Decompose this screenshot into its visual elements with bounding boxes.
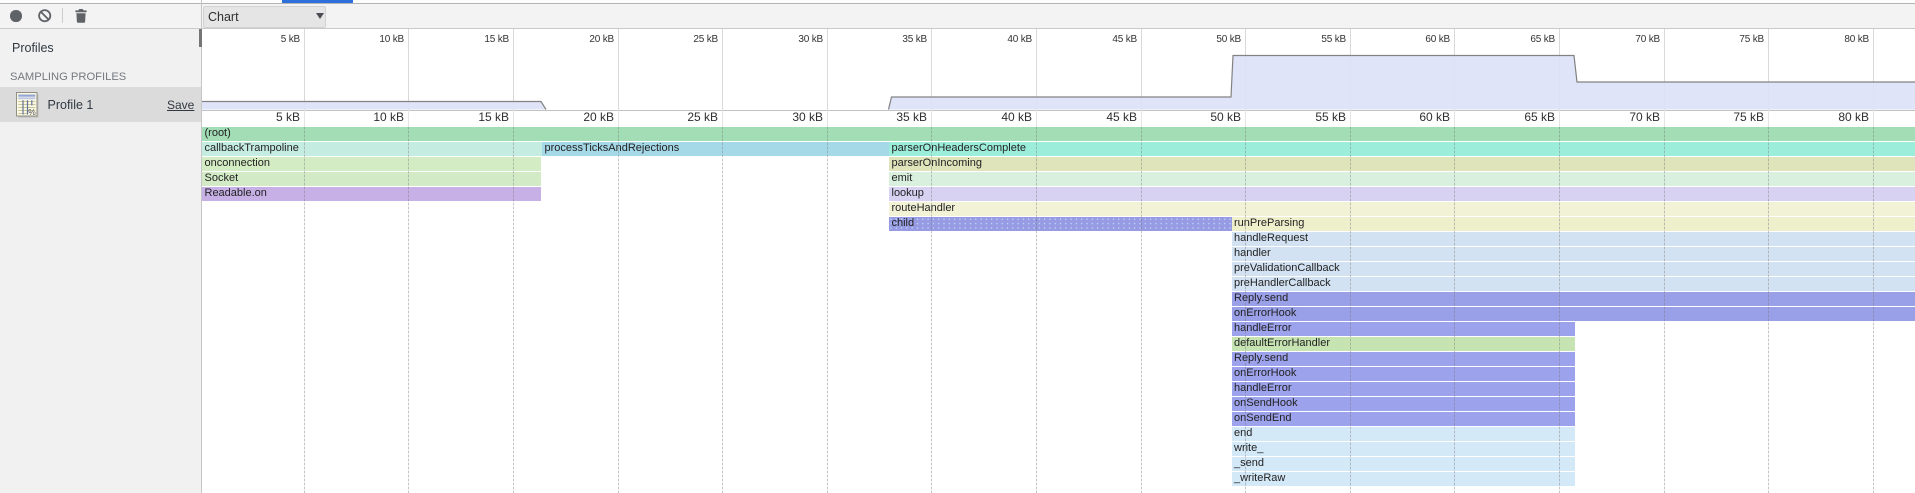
svg-text:%: % <box>28 107 36 117</box>
